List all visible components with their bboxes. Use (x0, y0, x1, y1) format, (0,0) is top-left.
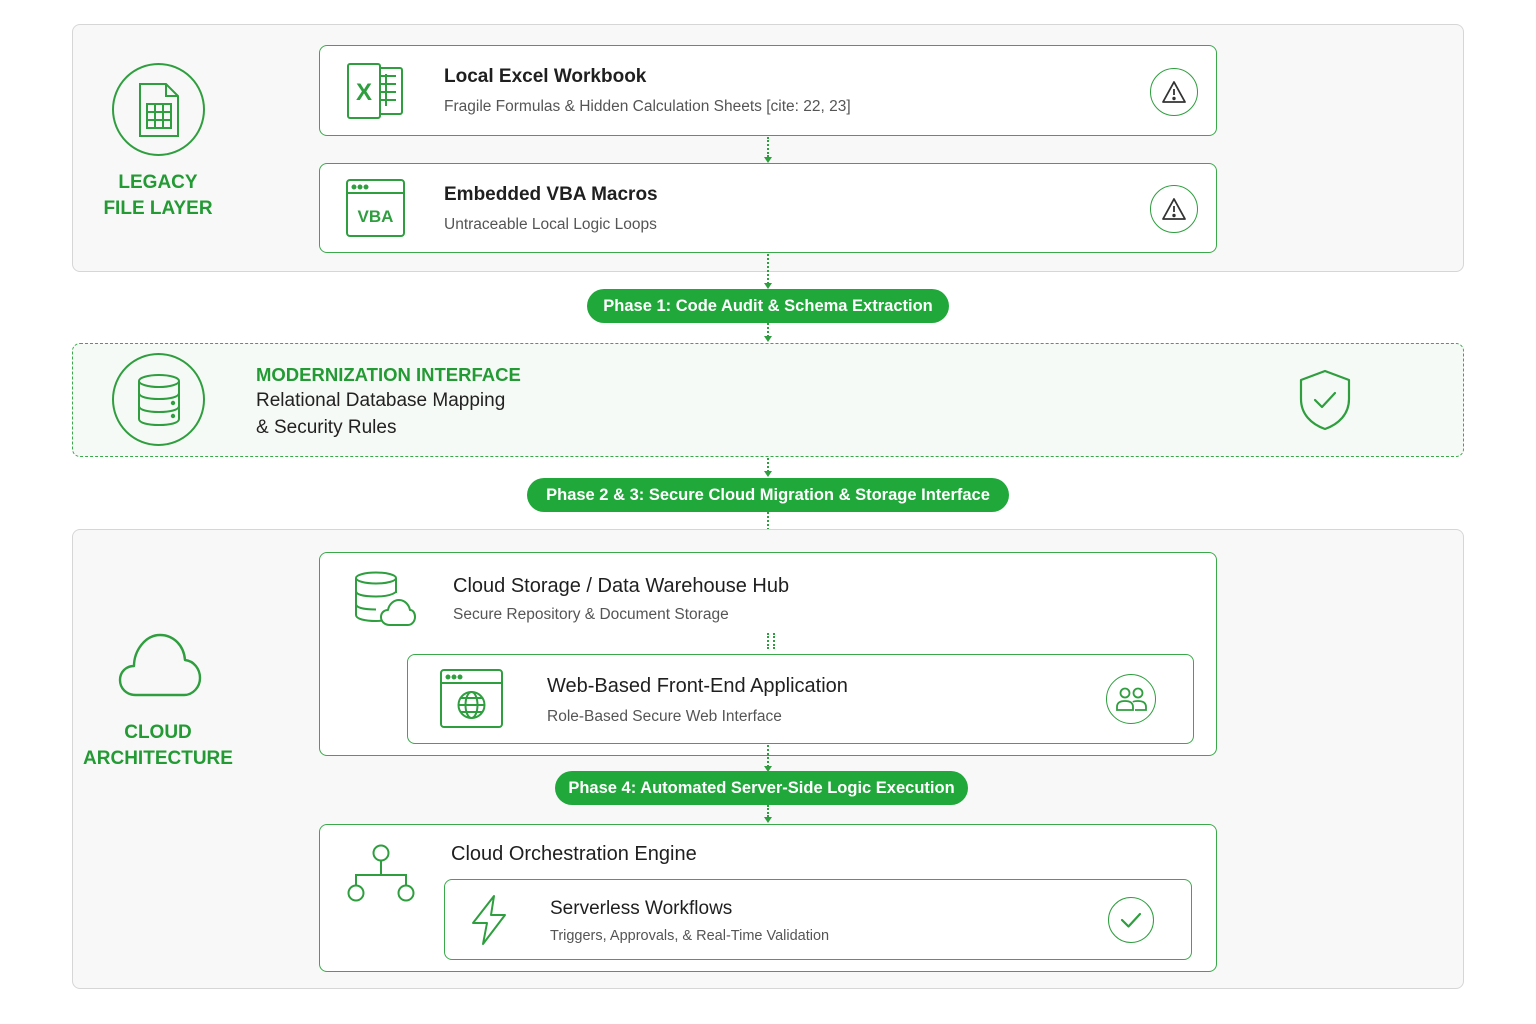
database-icon (137, 373, 180, 426)
excel-card-title: Local Excel Workbook (444, 66, 647, 87)
arrowhead-icon (764, 471, 772, 477)
serverless-subtitle: Triggers, Approvals, & Real-Time Validat… (550, 928, 830, 944)
vba-card-subtitle: Untraceable Local Logic Loops (444, 216, 657, 233)
users-icon (1106, 674, 1156, 724)
excel-card-subtitle: Fragile Formulas & Hidden Calculation Sh… (444, 98, 851, 115)
web-app-subtitle: Role-Based Secure Web Interface (547, 708, 782, 725)
phase-1-badge: Phase 1: Code Audit & Schema Extraction (587, 289, 949, 323)
shield-check-icon (1299, 369, 1351, 431)
connector-excel-vba (767, 137, 769, 157)
cloud-layer-label: CLOUD ARCHITECTURE (83, 722, 233, 769)
orchestration-title: Cloud Orchestration Engine (451, 843, 697, 865)
warning-icon (1150, 68, 1198, 116)
connector-legacy-phase1 (767, 254, 769, 284)
storage-card-subtitle: Secure Repository & Document Storage (453, 606, 729, 623)
connector-mod-phase2 (767, 458, 769, 472)
legacy-layer-icon-circle (112, 63, 205, 156)
spreadsheet-file-icon (138, 82, 179, 137)
vba-macros-card: VBA Embedded VBA Macros Untraceable Loca… (319, 163, 1217, 253)
connector-storage-webapp (767, 633, 769, 649)
svg-text:X: X (356, 79, 372, 106)
modernization-title: MODERNIZATION INTERFACE (256, 364, 521, 385)
modernization-line-2: & Security Rules (256, 417, 397, 438)
connector-storage-webapp-2 (773, 633, 775, 649)
excel-icon: X (346, 62, 406, 120)
storage-card-title: Cloud Storage / Data Warehouse Hub (453, 575, 790, 597)
phase-2-3-badge: Phase 2 & 3: Secure Cloud Migration & St… (527, 478, 1009, 512)
database-cloud-icon (354, 571, 416, 627)
svg-text:VBA: VBA (358, 207, 394, 226)
check-circle-icon (1108, 897, 1154, 943)
excel-workbook-card: X Local Excel Workbook Fragile Formulas … (319, 45, 1217, 136)
serverless-title: Serverless Workflows (550, 898, 733, 919)
hierarchy-icon (347, 844, 415, 902)
legacy-layer-label: LEGACY FILE LAYER (103, 172, 213, 219)
arrowhead-icon (764, 336, 772, 342)
connector-phase4-orch (767, 805, 769, 817)
web-app-title: Web-Based Front-End Application (547, 675, 848, 697)
phase-4-badge: Phase 4: Automated Server-Side Logic Exe… (555, 771, 968, 805)
lightning-icon (470, 894, 508, 946)
warning-icon (1150, 185, 1198, 233)
vba-card-title: Embedded VBA Macros (444, 184, 658, 205)
connector-phase1-mod (767, 323, 769, 337)
cloud-icon (118, 633, 202, 697)
modernization-line-1: Relational Database Mapping (256, 390, 506, 411)
arrowhead-icon (764, 817, 772, 823)
connector-webapp-phase4 (767, 745, 769, 767)
serverless-workflows-card: Serverless Workflows Triggers, Approvals… (444, 879, 1192, 960)
web-app-card: Web-Based Front-End Application Role-Bas… (407, 654, 1194, 744)
browser-globe-icon (440, 669, 504, 729)
modernization-icon-circle (112, 353, 205, 446)
vba-window-icon: VBA (346, 179, 406, 239)
